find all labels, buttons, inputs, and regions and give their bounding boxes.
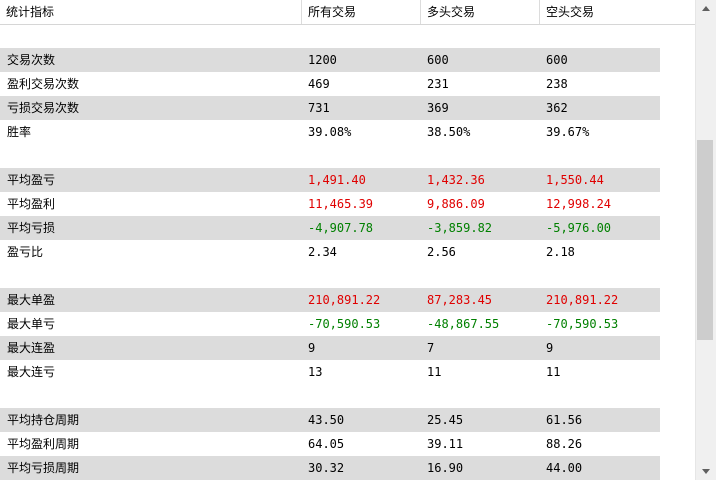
vertical-scrollbar[interactable]	[695, 0, 716, 480]
row-label: 最大连亏	[7, 365, 56, 379]
value-long: 7	[427, 341, 435, 355]
table-row[interactable]: 平均盈利 11,465.39 9,886.09 12,998.24	[0, 192, 660, 216]
spacer-row	[0, 144, 660, 168]
value-long: 2.56	[427, 245, 456, 259]
column-header-long-trades[interactable]: 多头交易	[421, 0, 540, 24]
table-row[interactable]: 平均持仓周期 43.50 25.45 61.56	[0, 408, 660, 432]
row-label: 平均亏损	[7, 221, 56, 235]
row-label: 平均亏损周期	[7, 461, 80, 475]
table-row[interactable]: 平均盈亏 1,491.40 1,432.36 1,550.44	[0, 168, 660, 192]
table-row[interactable]: 交易次数 1200 600 600	[0, 48, 660, 72]
table-row[interactable]: 最大连盈 9 7 9	[0, 336, 660, 360]
value-long: 1,432.36	[427, 173, 485, 187]
value-all: 39.08%	[308, 125, 352, 139]
value-short: 9	[546, 341, 554, 355]
statistics-table: 统计指标 所有交易 多头交易 空头交易 交易次数 1200 600 600 盈利…	[0, 0, 695, 480]
row-label: 最大单亏	[7, 317, 56, 331]
table-row[interactable]: 最大单亏 -70,590.53 -48,867.55 -70,590.53	[0, 312, 660, 336]
value-short: 2.18	[546, 245, 575, 259]
row-label: 平均盈亏	[7, 173, 56, 187]
value-all: 64.05	[308, 437, 345, 451]
row-label: 盈亏比	[7, 245, 44, 259]
value-long: 9,886.09	[427, 197, 485, 211]
row-label: 亏损交易次数	[7, 101, 80, 115]
value-all: 1,491.40	[308, 173, 366, 187]
spacer-row	[0, 384, 660, 408]
row-label: 平均盈利	[7, 197, 56, 211]
value-all: 43.50	[308, 413, 345, 427]
table-body: 交易次数 1200 600 600 盈利交易次数 469 231 238 亏损交…	[0, 48, 695, 480]
table-row[interactable]: 平均盈利周期 64.05 39.11 88.26	[0, 432, 660, 456]
value-long: 25.45	[427, 413, 464, 427]
chevron-down-icon	[702, 469, 710, 474]
value-long: 87,283.45	[427, 293, 493, 307]
column-header-all-trades[interactable]: 所有交易	[302, 0, 421, 24]
value-short: 61.56	[546, 413, 583, 427]
value-short: -5,976.00	[546, 221, 612, 235]
value-all: 9	[308, 341, 316, 355]
row-label: 最大单盈	[7, 293, 56, 307]
value-long: -48,867.55	[427, 317, 500, 331]
row-label: 胜率	[7, 125, 32, 139]
table-row[interactable]: 胜率 39.08% 38.50% 39.67%	[0, 120, 660, 144]
value-short: -70,590.53	[546, 317, 619, 331]
table-row[interactable]: 亏损交易次数 731 369 362	[0, 96, 660, 120]
value-short: 1,550.44	[546, 173, 604, 187]
row-label: 平均持仓周期	[7, 413, 80, 427]
column-header-metric[interactable]: 统计指标	[0, 0, 302, 24]
table-row[interactable]: 盈利交易次数 469 231 238	[0, 72, 660, 96]
value-short: 210,891.22	[546, 293, 619, 307]
table-header: 统计指标 所有交易 多头交易 空头交易	[0, 0, 695, 25]
value-long: 39.11	[427, 437, 464, 451]
row-label: 最大连盈	[7, 341, 56, 355]
value-all: 30.32	[308, 461, 345, 475]
table-row[interactable]: 平均亏损 -4,907.78 -3,859.82 -5,976.00	[0, 216, 660, 240]
table-row[interactable]: 最大单盈 210,891.22 87,283.45 210,891.22	[0, 288, 660, 312]
value-short: 238	[546, 77, 568, 91]
value-long: 369	[427, 101, 449, 115]
chevron-up-icon	[702, 6, 710, 11]
value-short: 44.00	[546, 461, 583, 475]
value-all: 2.34	[308, 245, 337, 259]
value-long: -3,859.82	[427, 221, 493, 235]
value-all: 11,465.39	[308, 197, 374, 211]
value-all: 731	[308, 101, 330, 115]
value-short: 11	[546, 365, 561, 379]
table-row[interactable]: 盈亏比 2.34 2.56 2.18	[0, 240, 660, 264]
row-label: 交易次数	[7, 53, 56, 67]
value-all: 210,891.22	[308, 293, 381, 307]
value-long: 11	[427, 365, 442, 379]
value-long: 600	[427, 53, 449, 67]
value-long: 231	[427, 77, 449, 91]
value-short: 39.67%	[546, 125, 590, 139]
value-all: 469	[308, 77, 330, 91]
scroll-up-button[interactable]	[696, 0, 716, 17]
scroll-down-button[interactable]	[696, 463, 716, 480]
value-all: -70,590.53	[308, 317, 381, 331]
value-short: 600	[546, 53, 568, 67]
value-long: 38.50%	[427, 125, 471, 139]
value-all: 1200	[308, 53, 337, 67]
scrollbar-thumb[interactable]	[697, 140, 713, 340]
value-short: 88.26	[546, 437, 583, 451]
value-all: -4,907.78	[308, 221, 374, 235]
row-label: 盈利交易次数	[7, 77, 80, 91]
spacer-row	[0, 264, 660, 288]
value-short: 12,998.24	[546, 197, 612, 211]
table-row[interactable]: 平均亏损周期 30.32 16.90 44.00	[0, 456, 660, 480]
value-all: 13	[308, 365, 323, 379]
table-row[interactable]: 最大连亏 13 11 11	[0, 360, 660, 384]
row-label: 平均盈利周期	[7, 437, 80, 451]
value-long: 16.90	[427, 461, 464, 475]
column-header-short-trades[interactable]: 空头交易	[540, 0, 695, 24]
value-short: 362	[546, 101, 568, 115]
